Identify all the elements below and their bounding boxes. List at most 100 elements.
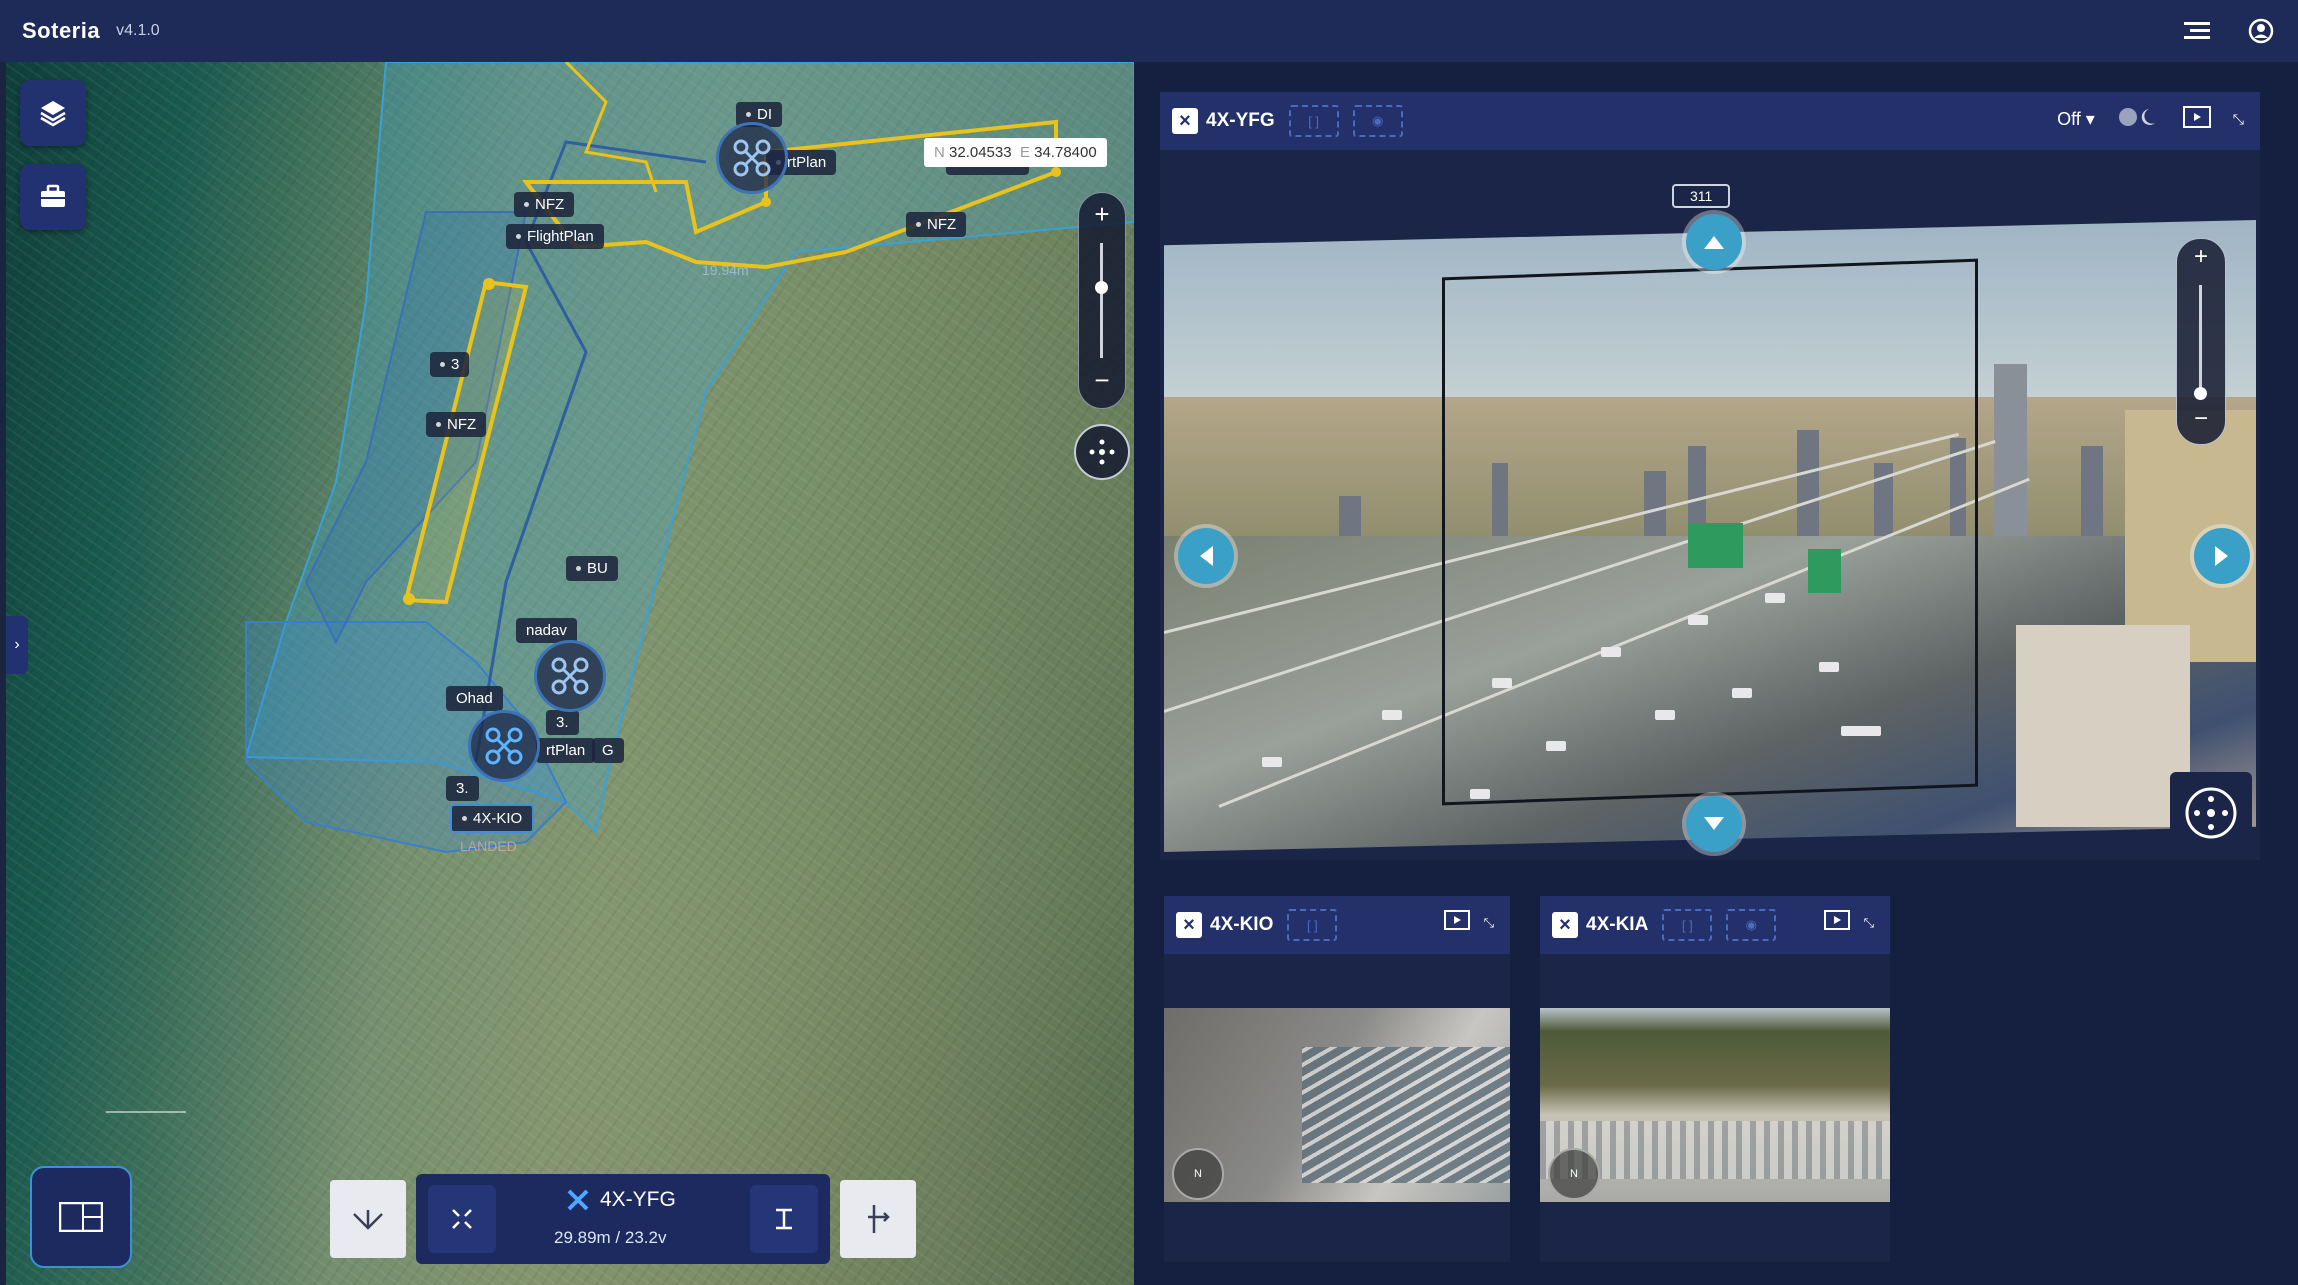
arrow-left-icon bbox=[1200, 546, 1213, 566]
layout-grid-icon bbox=[59, 1202, 103, 1232]
recenter-icon bbox=[1089, 439, 1115, 465]
drone-x-icon bbox=[567, 1189, 589, 1211]
zoom-track[interactable] bbox=[1100, 243, 1103, 358]
target-tag: 311 bbox=[1672, 184, 1731, 208]
video-card-kio: × 4X-KIO [ ] ⤡ N bbox=[1164, 896, 1510, 1262]
drone-marker-2[interactable] bbox=[534, 640, 606, 712]
recenter-button[interactable] bbox=[1074, 424, 1130, 480]
user-circle-icon[interactable] bbox=[2246, 16, 2276, 46]
expand-icon bbox=[452, 1209, 472, 1229]
capture-icon[interactable]: [ ] bbox=[1662, 909, 1713, 941]
zoom-in-icon[interactable]: + bbox=[1079, 199, 1125, 230]
expand-small-icon[interactable]: ⤡ bbox=[1484, 915, 1494, 931]
map-label-nfz-2[interactable]: NFZ bbox=[906, 212, 967, 237]
drone-control-bar: 4X-YFG 29.89m / 23.2v bbox=[416, 1174, 830, 1264]
arrow-up-icon bbox=[1704, 236, 1724, 249]
camera-zoom-track[interactable] bbox=[2199, 285, 2202, 395]
map-label-4x-kio[interactable]: 4X-KIO bbox=[450, 804, 535, 833]
map-label-3[interactable]: 3 bbox=[430, 352, 470, 377]
tracking-box[interactable] bbox=[1442, 258, 1978, 806]
app-version: v4.1.0 bbox=[116, 22, 160, 39]
waypoint-icon bbox=[868, 1205, 890, 1233]
map-label-flightplan[interactable]: FlightPlan bbox=[506, 224, 604, 249]
building-bottom-right bbox=[2015, 624, 2191, 827]
video-card-title: 4X-KIA bbox=[1586, 914, 1649, 935]
coordinates-readout: N 32.04533 E 34.78400 bbox=[924, 138, 1107, 167]
top-icons bbox=[2182, 16, 2276, 46]
landing-button[interactable] bbox=[330, 1180, 406, 1258]
fullscreen-video-icon[interactable] bbox=[2182, 106, 2211, 133]
drone-marker-selected[interactable] bbox=[468, 710, 540, 782]
expand-small-icon[interactable]: ⤡ bbox=[1864, 915, 1874, 931]
landing-icon bbox=[353, 1210, 383, 1230]
layers-button[interactable] bbox=[20, 80, 86, 146]
close-icon[interactable]: × bbox=[1552, 912, 1578, 938]
drone-stats: 29.89m / 23.2v bbox=[554, 1228, 667, 1247]
video-card-title: 4X-KIO bbox=[1210, 914, 1274, 935]
zoom-out-icon[interactable]: − bbox=[1079, 365, 1125, 396]
pan-down-button[interactable] bbox=[1686, 796, 1742, 852]
layout-toggle-button[interactable] bbox=[30, 1166, 132, 1268]
camera-icon[interactable]: ◉ bbox=[1726, 909, 1777, 941]
map-label-g[interactable]: G bbox=[592, 738, 624, 763]
menu-icon[interactable] bbox=[2182, 16, 2212, 46]
map-label-nfz[interactable]: NFZ bbox=[514, 192, 575, 217]
layers-icon bbox=[40, 101, 66, 127]
camera-zoom-knob[interactable] bbox=[2194, 387, 2207, 400]
recenter-icon bbox=[2185, 787, 2237, 839]
pan-right-button[interactable] bbox=[2194, 528, 2250, 584]
altitude-button[interactable] bbox=[750, 1185, 818, 1253]
app-name: Soteria bbox=[22, 18, 101, 43]
waypoint-button[interactable] bbox=[840, 1180, 916, 1258]
map-label-bu[interactable]: BU bbox=[566, 556, 618, 581]
close-icon[interactable]: × bbox=[1176, 912, 1202, 938]
capture-icon[interactable]: [ ] bbox=[1287, 909, 1338, 941]
main-video-header: × 4X-YFG [ ] ◉ Off ▾ ⤡ bbox=[1160, 92, 2260, 150]
camera-icon[interactable]: ◉ bbox=[1352, 105, 1403, 137]
collapse-chevron-icon[interactable]: › bbox=[6, 616, 28, 674]
capture-icon[interactable]: [ ] bbox=[1288, 105, 1339, 137]
camera-zoom-control[interactable]: + − bbox=[2176, 238, 2226, 445]
camera-zoom-out-icon[interactable]: − bbox=[2177, 405, 2225, 433]
drone-marker-1[interactable] bbox=[716, 122, 788, 194]
altitude-icon bbox=[776, 1208, 792, 1230]
drone-icon bbox=[551, 657, 589, 695]
camera-recenter-button[interactable] bbox=[2170, 772, 2252, 854]
mode-dropdown[interactable]: Off ▾ bbox=[2057, 109, 2095, 130]
map-label-nfz-3[interactable]: NFZ bbox=[426, 412, 487, 437]
arrow-right-icon bbox=[2215, 546, 2228, 566]
expand-button[interactable] bbox=[428, 1185, 496, 1253]
camera-zoom-in-icon[interactable]: + bbox=[2177, 243, 2225, 271]
map-label-3c[interactable]: 3. bbox=[446, 776, 479, 801]
video-card-kia: × 4X-KIA [ ] ◉ ⤡ N bbox=[1540, 896, 1890, 1262]
fullscreen-video-icon[interactable] bbox=[1823, 910, 1850, 935]
distance-label: 19.94m bbox=[702, 262, 749, 278]
pan-up-button[interactable] bbox=[1686, 214, 1742, 270]
zoom-knob[interactable] bbox=[1095, 281, 1108, 294]
fullscreen-video-icon[interactable] bbox=[1443, 910, 1470, 935]
map-label-ohad[interactable]: Ohad bbox=[446, 686, 503, 711]
expand-small-icon[interactable]: ⤡ bbox=[2233, 111, 2244, 128]
map-label-3b[interactable]: 3. bbox=[546, 710, 579, 735]
map-view[interactable]: NFZ FlightPlan rtPlan 1 South DI NFZ 3 N… bbox=[6, 62, 1134, 1285]
day-night-toggle[interactable] bbox=[2117, 106, 2161, 133]
drone-name: 4X-YFG bbox=[566, 1188, 676, 1212]
drone-icon bbox=[485, 727, 523, 765]
video-card-header: × 4X-KIO [ ] ⤡ bbox=[1164, 896, 1510, 954]
map-label-flightplan-2[interactable]: rtPlan bbox=[536, 738, 596, 763]
toolbox-icon bbox=[41, 184, 65, 207]
toggle-icon bbox=[2118, 108, 2155, 126]
compass-icon: N bbox=[1548, 1148, 1600, 1200]
video-feed-kio[interactable]: N bbox=[1164, 1008, 1510, 1202]
main-video-title: 4X-YFG bbox=[1206, 110, 1275, 131]
video-feed-kia[interactable]: N bbox=[1540, 1008, 1890, 1202]
top-bar: Soteria v4.1.0 bbox=[0, 0, 2298, 62]
compass-icon: N bbox=[1172, 1148, 1224, 1200]
landed-status: LANDED bbox=[460, 838, 517, 854]
arrow-down-icon bbox=[1704, 817, 1724, 830]
toolbox-button[interactable] bbox=[20, 164, 86, 230]
pan-left-button[interactable] bbox=[1178, 528, 1234, 584]
map-zoom-control[interactable]: + − bbox=[1078, 192, 1126, 409]
video-card-header: × 4X-KIA [ ] ◉ ⤡ bbox=[1540, 896, 1890, 954]
close-icon[interactable]: × bbox=[1172, 108, 1198, 134]
